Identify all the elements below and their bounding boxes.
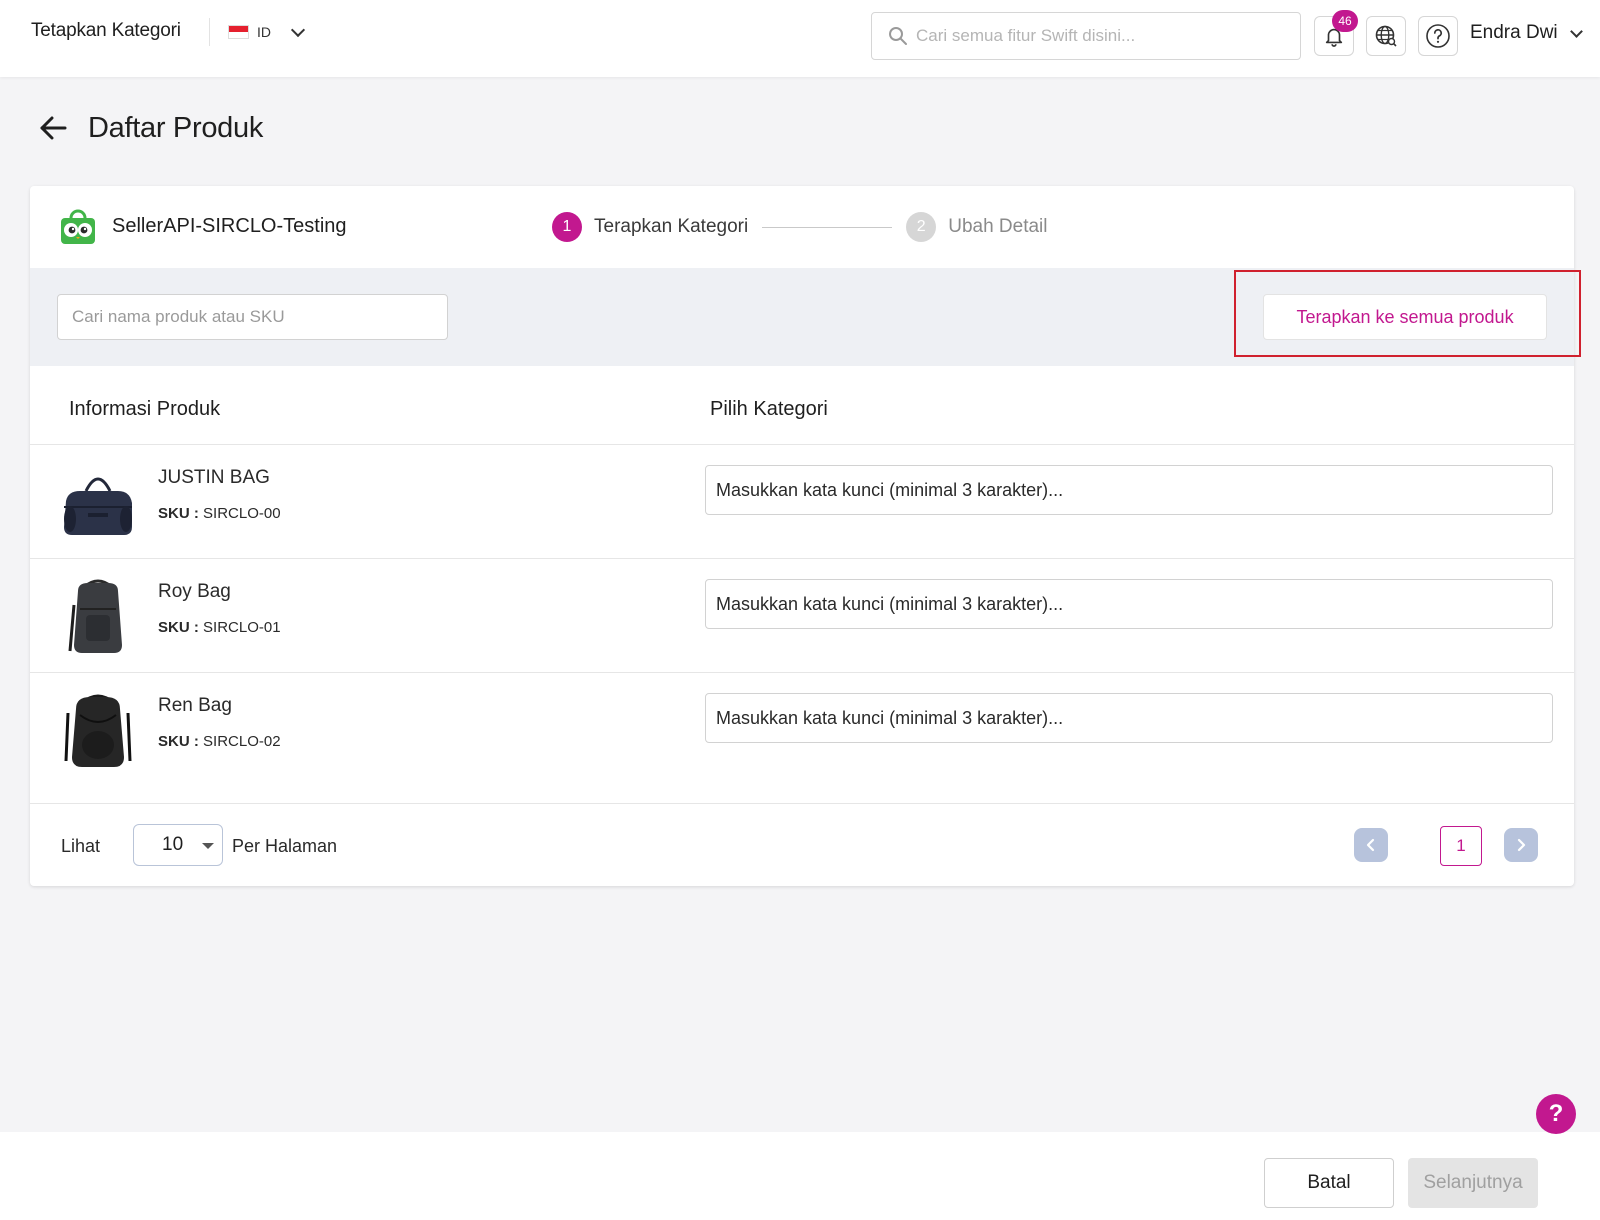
language-globe-button[interactable] <box>1366 16 1406 56</box>
sku-label: SKU : <box>158 733 199 750</box>
step-connector <box>762 226 893 228</box>
page-heading: Daftar Produk <box>36 111 263 145</box>
current-page-button[interactable]: 1 <box>1440 826 1482 866</box>
per-page-value: 10 <box>162 834 184 855</box>
step-number-2: 2 <box>906 212 937 242</box>
product-name: JUSTIN BAG <box>158 467 270 488</box>
table-row: JUSTIN BAG SKU : SIRCLO-00 <box>30 444 1574 560</box>
duffel-bag-image <box>64 477 132 535</box>
column-header-choose-category: Pilih Kategori <box>710 398 828 420</box>
arrow-left-icon <box>40 116 67 140</box>
next-button[interactable]: Selanjutnya <box>1408 1158 1538 1208</box>
previous-page-button[interactable] <box>1354 828 1388 862</box>
product-sku: SKU : SIRCLO-00 <box>158 505 281 522</box>
sku-label: SKU : <box>158 619 199 636</box>
global-search[interactable] <box>871 12 1301 60</box>
question-circle-icon <box>1426 24 1450 48</box>
table-row: Roy Bag SKU : SIRCLO-01 <box>30 558 1574 674</box>
category-keyword-input[interactable] <box>705 465 1553 515</box>
app-title: Tetapkan Kategori <box>31 20 181 41</box>
help-button[interactable] <box>1418 16 1458 56</box>
backpack-image <box>64 694 132 767</box>
page-title: Daftar Produk <box>88 111 264 144</box>
product-name: Ren Bag <box>158 695 232 716</box>
step-label-2: Ubah Detail <box>948 216 1048 237</box>
top-header: Tetapkan Kategori ID 46 <box>0 0 1600 77</box>
sku-value: SIRCLO-01 <box>203 619 281 636</box>
bottom-action-bar: Batal Selanjutnya <box>0 1132 1600 1220</box>
chevron-down-icon <box>1569 24 1583 38</box>
stepper: 1 Terapkan Kategori 2 Ubah Detail <box>552 212 1048 242</box>
category-keyword-input[interactable] <box>705 693 1553 743</box>
column-header-product-info: Informasi Produk <box>69 398 221 420</box>
backpack-image <box>68 579 122 653</box>
step-number-1: 1 <box>552 212 582 242</box>
cancel-button[interactable]: Batal <box>1264 1158 1394 1208</box>
tokopedia-logo-icon <box>61 209 95 244</box>
floating-help-button[interactable]: ? <box>1536 1094 1576 1134</box>
notification-badge: 46 <box>1332 10 1358 32</box>
store-info: SellerAPI-SIRCLO-Testing <box>58 206 347 246</box>
next-page-button[interactable] <box>1504 828 1538 862</box>
sku-label: SKU : <box>158 505 199 522</box>
show-label: Lihat <box>61 836 101 856</box>
header-divider <box>209 18 210 46</box>
language-selector[interactable]: ID <box>228 22 306 40</box>
language-code: ID <box>257 24 271 40</box>
sku-value: SIRCLO-02 <box>203 733 281 750</box>
category-keyword-input[interactable] <box>705 579 1553 629</box>
product-sku: SKU : SIRCLO-01 <box>158 619 281 636</box>
user-menu[interactable]: Endra Dwi <box>1470 22 1583 44</box>
store-name: SellerAPI-SIRCLO-Testing <box>112 214 347 237</box>
per-page-select[interactable]: 10 <box>133 824 223 866</box>
global-search-input[interactable] <box>916 26 1276 46</box>
table-row: Ren Bag SKU : SIRCLO-02 <box>30 672 1574 788</box>
globe-icon <box>1375 25 1397 47</box>
product-sku: SKU : SIRCLO-02 <box>158 733 281 750</box>
back-button[interactable] <box>36 111 70 145</box>
sku-value: SIRCLO-00 <box>203 505 281 522</box>
pagination-bar: Lihat 10 Per Halaman 1 <box>30 803 1574 886</box>
caret-down-icon <box>202 843 214 849</box>
product-search-input[interactable] <box>57 294 448 340</box>
chevron-right-icon <box>1517 838 1526 852</box>
chevron-down-icon <box>290 22 306 38</box>
highlight-annotation-box <box>1234 270 1581 357</box>
step-label-1: Terapkan Kategori <box>594 216 749 237</box>
per-page-label: Per Halaman <box>232 836 338 856</box>
chevron-left-icon <box>1366 838 1375 852</box>
user-name: Endra Dwi <box>1470 22 1558 43</box>
product-name: Roy Bag <box>158 581 231 602</box>
indonesia-flag-icon <box>228 25 249 39</box>
notification-button[interactable]: 46 <box>1314 10 1358 56</box>
search-icon <box>889 27 907 45</box>
